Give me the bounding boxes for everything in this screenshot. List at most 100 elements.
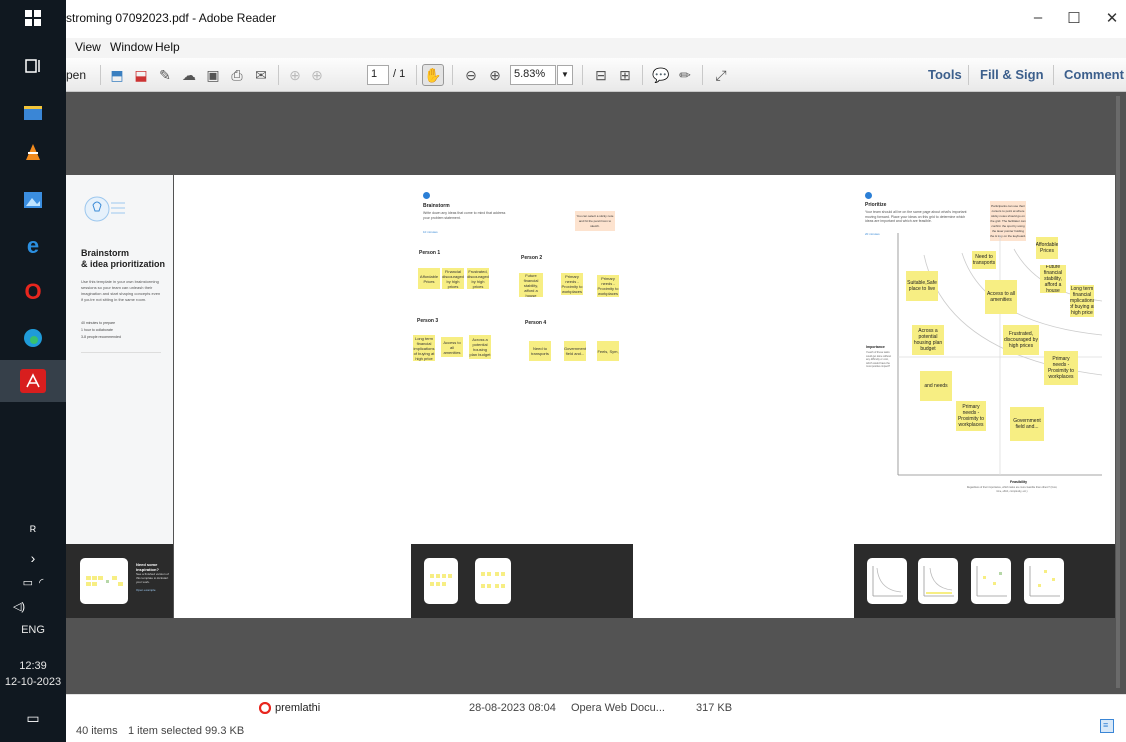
tray-icons-row1[interactable]: ▭ ◜ <box>10 570 56 594</box>
print-button[interactable]: ⎙ <box>226 64 248 86</box>
prioritize-thumbnail[interactable] <box>918 558 958 604</box>
toolbar-separator <box>582 65 583 85</box>
opera-button[interactable]: O <box>20 279 46 304</box>
sticky-note[interactable]: Primary needs - Proximity to workplaces <box>1044 351 1078 385</box>
file-explorer-status: premlathi 28-08-2023 08:04 Opera Web Doc… <box>66 694 1126 742</box>
notifications-button[interactable]: ▭ <box>20 706 46 730</box>
highlight-button[interactable]: ✏ <box>674 64 696 86</box>
next-page-button[interactable]: ⊕ <box>306 64 328 86</box>
task-view-button[interactable] <box>20 54 46 78</box>
sticky-note[interactable]: Access to all amenities <box>985 280 1017 314</box>
open-example-link[interactable]: Open example <box>136 588 156 592</box>
full-screen-button[interactable]: ⤢ <box>710 64 732 86</box>
fit-width-button[interactable]: ⊞ <box>614 64 636 86</box>
importance-description: If each of these tasks could get done wi… <box>866 351 892 368</box>
vlc-cone-icon <box>26 144 40 160</box>
toolbar-separator <box>642 65 643 85</box>
details-view-button[interactable]: ≡ <box>1100 719 1114 733</box>
sticky-note[interactable]: Across a potential housing plan budget <box>469 335 491 359</box>
sticky-note[interactable]: Future financial stability, afford a hou… <box>1040 265 1066 293</box>
sticky-note[interactable]: Financial discouraged by high prices <box>442 268 464 289</box>
people-button[interactable]: ᴿ <box>20 518 46 542</box>
sticky-note[interactable]: Need to transports <box>972 251 996 269</box>
page2-footer <box>411 544 633 618</box>
sticky-note[interactable]: Government field and... <box>1010 407 1044 441</box>
importance-label: Importance <box>866 345 885 349</box>
sticky-note[interactable]: Suitable,Safe place to live <box>906 271 938 301</box>
file-name[interactable]: premlathi <box>275 702 320 714</box>
zoom-in-button[interactable]: ⊕ <box>484 64 506 86</box>
fit-page-button[interactable]: ⊟ <box>590 64 612 86</box>
sticky-note[interactable]: Across a potential housing plan budget <box>912 325 944 355</box>
brainstorm-thumbnail[interactable] <box>424 558 458 604</box>
sticky-note[interactable]: Long term financial implications of buyi… <box>413 335 435 361</box>
sticky-note-button[interactable]: 💬 <box>650 64 672 86</box>
zoom-out-button[interactable]: ⊖ <box>460 64 482 86</box>
sticky-note[interactable]: Government field and... <box>564 341 586 361</box>
sticky-note[interactable]: Primary needs - Proximity to workplaces <box>561 273 583 295</box>
email-button[interactable]: ✉ <box>250 64 272 86</box>
page-number-input[interactable]: 1 <box>367 65 389 85</box>
prioritize-thumbnail[interactable] <box>867 558 907 604</box>
start-button[interactable] <box>20 6 46 30</box>
menu-bar: View Window Help <box>66 38 1126 58</box>
zoom-dropdown-button[interactable]: ▼ <box>557 65 573 85</box>
fill-sign-link[interactable]: Fill & Sign <box>980 67 1044 82</box>
zoom-level-input[interactable]: 5.83% <box>510 65 556 85</box>
vlc-button[interactable] <box>20 140 46 164</box>
edge-button[interactable] <box>20 326 46 350</box>
sticky-note[interactable]: Future financial stability, afford a hou… <box>519 273 543 297</box>
windows-logo-icon <box>25 10 41 26</box>
open-button[interactable]: pen <box>66 68 86 82</box>
clock[interactable]: 12:39 12-10-2023 <box>0 658 66 690</box>
sticky-note[interactable]: Affordable Prices <box>418 268 440 289</box>
window-title: stroming 07092023.pdf - Adobe Reader <box>66 11 277 25</box>
prioritize-thumbnail[interactable] <box>1024 558 1064 604</box>
photos-button[interactable] <box>20 188 46 212</box>
adobe-reader-button[interactable] <box>20 369 46 393</box>
vertical-scrollbar[interactable] <box>1116 96 1120 688</box>
internet-explorer-button[interactable]: e <box>20 233 46 258</box>
details-view-icon: ≡ <box>1103 720 1109 730</box>
sticky-note[interactable]: Access to all amenities <box>441 337 463 357</box>
tools-link[interactable]: Tools <box>928 67 962 82</box>
menu-window[interactable]: Window <box>110 40 153 54</box>
bulb-icon <box>84 196 125 222</box>
file-explorer-button[interactable] <box>20 100 46 124</box>
arrow-up-circle-icon: ⊕ <box>289 66 301 83</box>
comment-link[interactable]: Comment <box>1064 67 1124 82</box>
menu-help[interactable]: Help <box>155 40 180 54</box>
menu-view[interactable]: View <box>75 40 101 54</box>
brainstorm-thumbnail[interactable] <box>475 558 511 604</box>
prioritize-thumbnail[interactable] <box>971 558 1011 604</box>
upload-button[interactable]: ☁ <box>178 64 200 86</box>
export-pdf-button[interactable]: ⬓ <box>130 64 152 86</box>
volume-button[interactable]: ◁) <box>6 594 32 618</box>
save-button[interactable]: ▣ <box>202 64 224 86</box>
divider <box>81 352 161 353</box>
create-pdf-button[interactable]: ⬒ <box>106 64 128 86</box>
sticky-note[interactable]: Affordable Prices <box>1036 237 1058 259</box>
sticky-note[interactable]: Need to transports <box>529 341 551 361</box>
template-heading-line2: & idea prioritization <box>81 259 166 269</box>
close-button[interactable]: ✕ <box>1102 9 1122 27</box>
tip-card: You can select a sticky note and hit the… <box>575 211 615 231</box>
sticky-note[interactable]: Frustrated, discouraged by high prices <box>467 268 489 289</box>
fit-width-icon: ⊞ <box>619 66 631 83</box>
maximize-button[interactable]: ☐ <box>1064 9 1084 27</box>
sticky-note[interactable]: Feels, Sym, <box>597 341 619 361</box>
minimize-button[interactable]: – <box>1028 9 1048 26</box>
chevron-down-icon: ▼ <box>561 70 569 79</box>
hand-tool-button[interactable]: ✋ <box>422 64 444 86</box>
sticky-note[interactable]: Frustrated, discouraged by high prices <box>1003 325 1039 355</box>
language-indicator[interactable]: ENG <box>0 624 66 636</box>
previous-page-button[interactable]: ⊕ <box>284 64 306 86</box>
example-thumbnail[interactable] <box>80 558 128 604</box>
pdf-blank-area-1 <box>174 175 411 618</box>
sticky-note[interactable]: and needs <box>920 371 952 401</box>
sticky-note[interactable]: Long term financial implications of buyi… <box>1070 285 1094 317</box>
sticky-note[interactable]: Primary needs - Proximity to workplaces <box>956 401 986 431</box>
show-hidden-icons-button[interactable]: › <box>20 546 46 570</box>
edit-pdf-button[interactable]: ✎ <box>154 64 176 86</box>
sticky-note[interactable]: Primary needs - Proximity to workplaces <box>597 275 619 297</box>
